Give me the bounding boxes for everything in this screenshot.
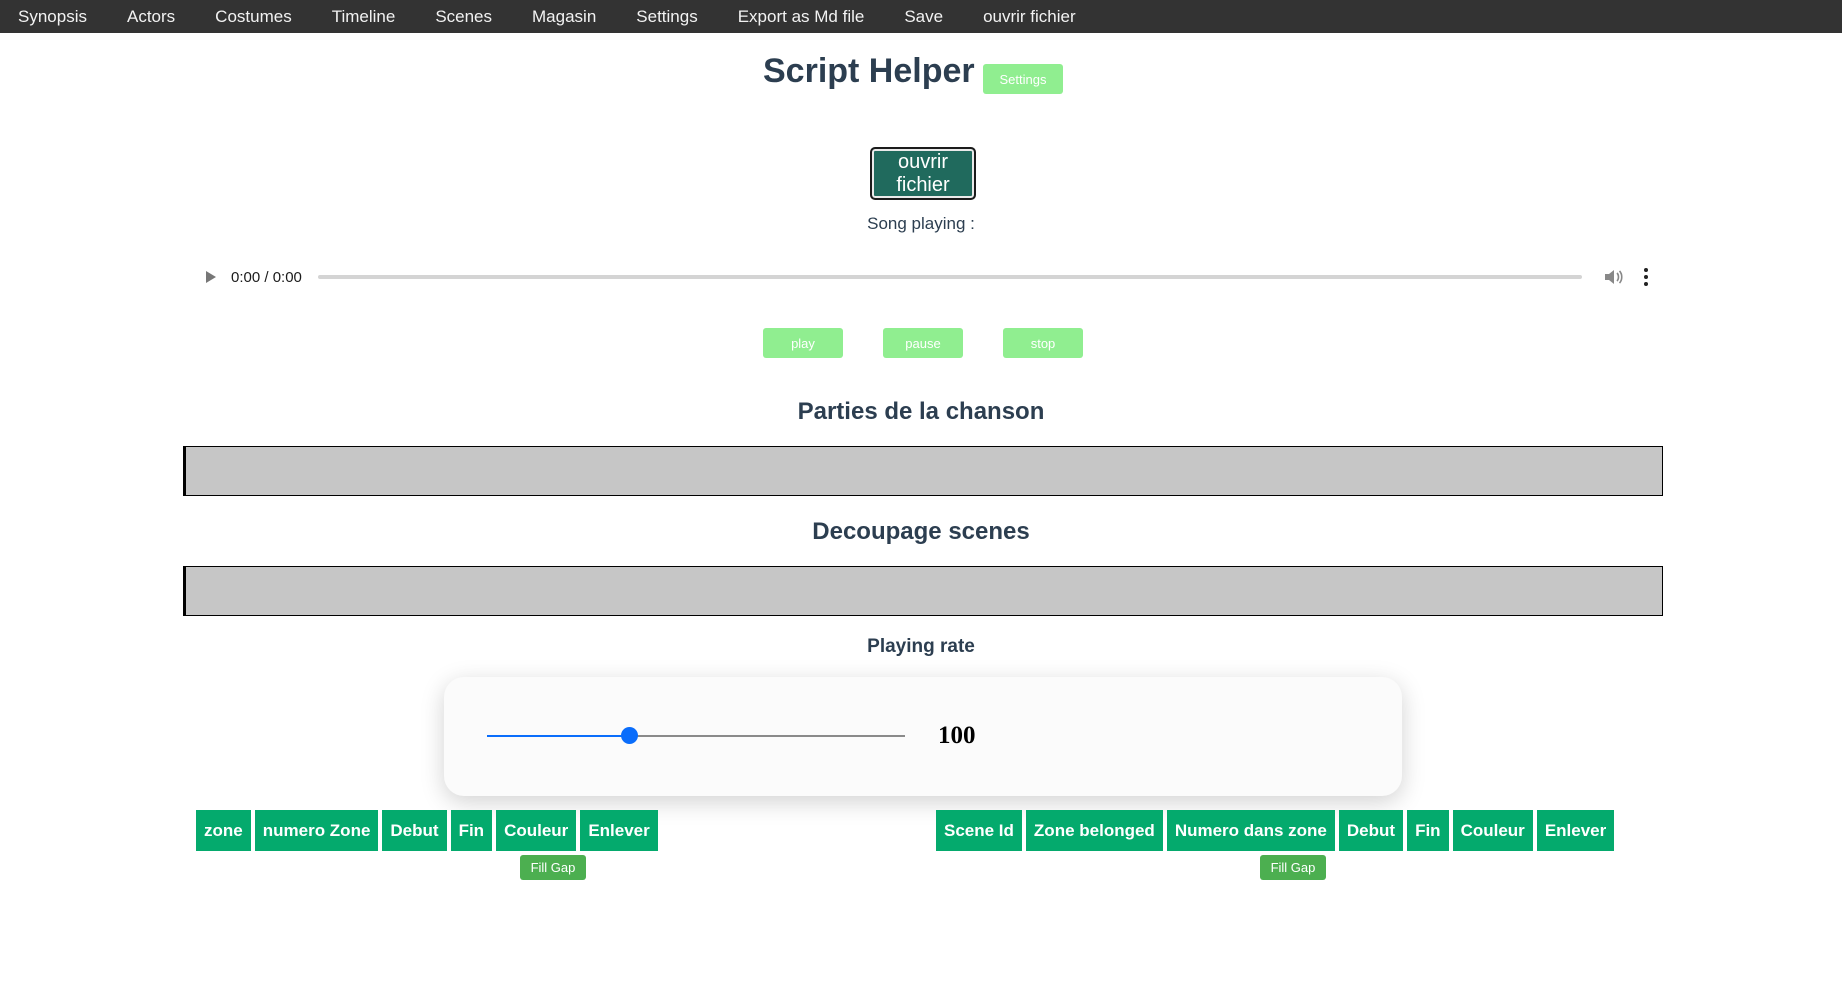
scenes-table-header: Scene Id Zone belonged Numero dans zone … [936, 810, 1615, 851]
nav-synopsis[interactable]: Synopsis [0, 3, 107, 31]
col-enlever[interactable]: Enlever [580, 810, 658, 851]
volume-icon[interactable] [1604, 269, 1624, 285]
pause-button[interactable]: pause [883, 328, 963, 358]
playing-rate-label: Playing rate [867, 636, 975, 657]
song-playing-label: Song playing : [867, 214, 975, 233]
scenes-timeline[interactable] [183, 566, 1663, 616]
page-title: Script Helper [763, 52, 975, 90]
audio-seek-bar[interactable] [317, 275, 1582, 279]
col-scene-couleur[interactable]: Couleur [1452, 810, 1533, 851]
nav-costumes[interactable]: Costumes [195, 3, 312, 31]
more-options-icon[interactable] [1644, 268, 1648, 286]
nav-magasin[interactable]: Magasin [512, 3, 616, 31]
audio-time: 0:00 / 0:00 [231, 268, 302, 286]
stop-button[interactable]: stop [1003, 328, 1083, 358]
nav-actors[interactable]: Actors [107, 3, 195, 31]
nav-export-md[interactable]: Export as Md file [718, 3, 885, 31]
playing-rate-value: 100 [938, 722, 976, 749]
parties-title: Parties de la chanson [797, 398, 1045, 425]
play-icon[interactable] [206, 271, 216, 283]
col-zone-belonged[interactable]: Zone belonged [1025, 810, 1163, 851]
open-file-button[interactable]: ouvrir fichier [870, 147, 976, 200]
scenes-fill-gap-button[interactable]: Fill Gap [1260, 855, 1326, 880]
zones-fill-gap-button[interactable]: Fill Gap [520, 855, 586, 880]
play-button[interactable]: play [763, 328, 843, 358]
col-scene-enlever[interactable]: Enlever [1536, 810, 1615, 851]
col-scene-id[interactable]: Scene Id [936, 810, 1022, 851]
playing-rate-slider[interactable] [487, 727, 905, 744]
settings-button[interactable]: Settings [983, 64, 1063, 94]
col-fin[interactable]: Fin [450, 810, 493, 851]
col-scene-debut[interactable]: Debut [1338, 810, 1404, 851]
col-couleur[interactable]: Couleur [496, 810, 577, 851]
nav-open-file[interactable]: ouvrir fichier [963, 3, 1096, 31]
decoupage-title: Decoupage scenes [812, 518, 1030, 545]
zones-table-header: zone numero Zone Debut Fin Couleur Enlev… [196, 810, 658, 851]
col-scene-fin[interactable]: Fin [1407, 810, 1449, 851]
nav-settings[interactable]: Settings [616, 3, 717, 31]
nav-save[interactable]: Save [884, 3, 963, 31]
col-zone[interactable]: zone [196, 810, 251, 851]
audio-player: 0:00 / 0:00 [196, 262, 1648, 292]
slider-fill [487, 735, 630, 737]
nav-scenes[interactable]: Scenes [415, 3, 512, 31]
col-debut[interactable]: Debut [382, 810, 447, 851]
slider-thumb[interactable] [621, 727, 639, 744]
top-nav: Synopsis Actors Costumes Timeline Scenes… [0, 0, 1842, 33]
nav-timeline[interactable]: Timeline [312, 3, 416, 31]
song-parts-timeline[interactable] [183, 446, 1663, 496]
col-numero-dans-zone[interactable]: Numero dans zone [1166, 810, 1335, 851]
playing-rate-card: 100 [444, 677, 1402, 796]
col-numero-zone[interactable]: numero Zone [254, 810, 379, 851]
